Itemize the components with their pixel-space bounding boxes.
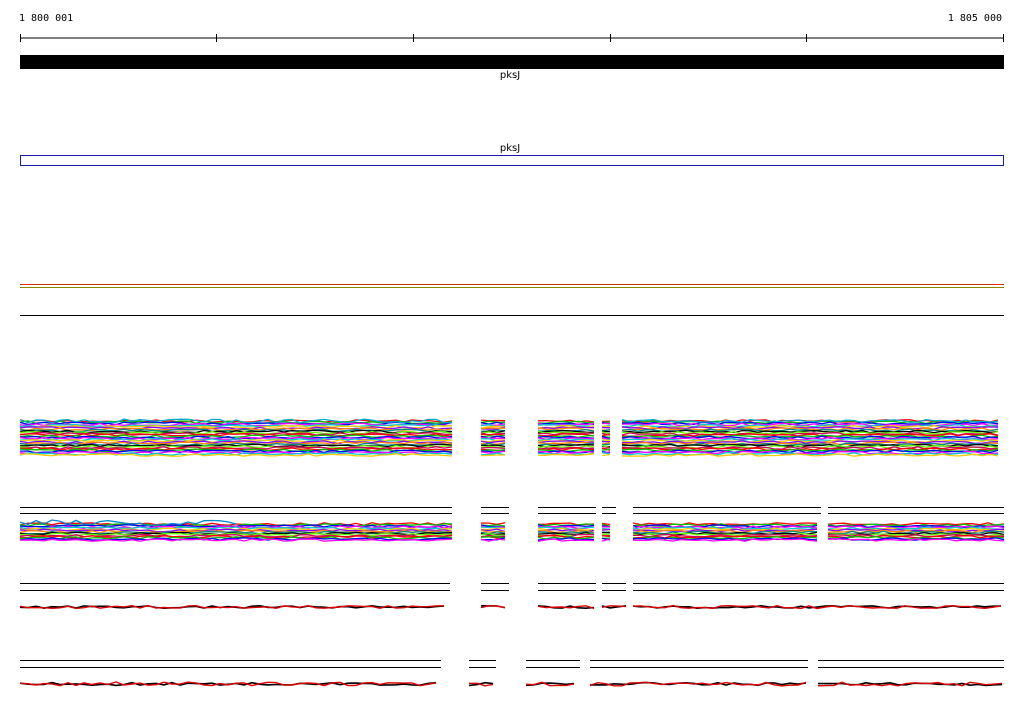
genome-browser-view: 1 800 001 1 805 000 pksJ pksJ bbox=[0, 0, 1024, 714]
coordinate-ruler bbox=[20, 34, 1004, 42]
transcript-feature-label: pksJ bbox=[499, 143, 521, 154]
separator-track bbox=[20, 284, 1004, 316]
signal-band-line bbox=[480, 454, 505, 457]
gene-feature-label: pksJ bbox=[499, 70, 521, 81]
signal-band-line bbox=[601, 453, 611, 457]
tracks-canvas bbox=[19, 34, 1005, 687]
signal-band-line bbox=[601, 535, 611, 538]
transcript-feature-box[interactable] bbox=[20, 155, 1004, 166]
signal-band-line bbox=[480, 446, 506, 450]
signal-band-line bbox=[480, 419, 506, 422]
signal-band-line bbox=[480, 522, 506, 526]
signal-band-line bbox=[601, 439, 611, 442]
signal-band-line bbox=[601, 448, 611, 451]
signal-band-line bbox=[480, 433, 506, 436]
gene-feature-bar[interactable] bbox=[20, 55, 1004, 69]
signal-band-line bbox=[601, 528, 611, 531]
signal-band-line bbox=[480, 420, 506, 424]
coverage-signal-tracks bbox=[19, 418, 1005, 687]
